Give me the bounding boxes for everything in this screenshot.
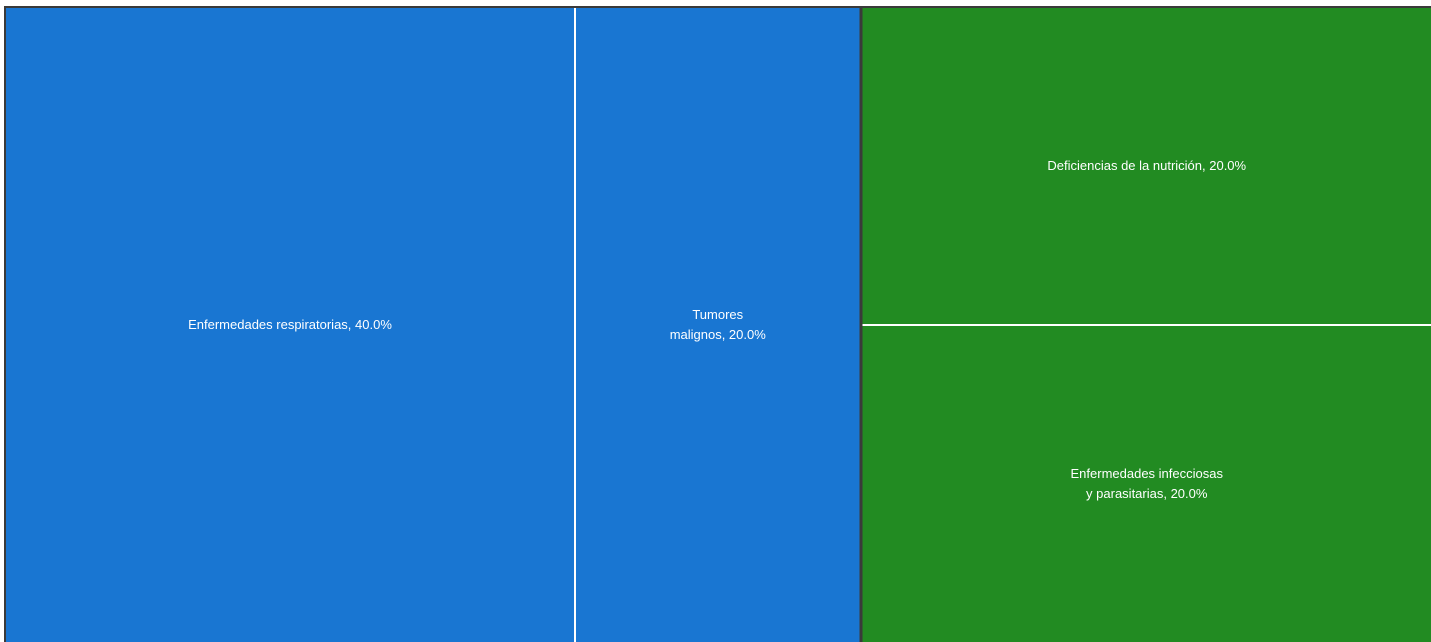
treemap-chart: Enfermedades respiratorias, 40.0% Tumores… [0, 0, 1431, 642]
treemap-tile-label-line: Enfermedades respiratorias, 40.0% [188, 317, 392, 332]
treemap-tile-label-line: Deficiencias de la nutrición, 20.0% [1047, 158, 1246, 173]
treemap-tile-0-1[interactable] [576, 8, 860, 642]
treemap-tile-label-line: Tumores [692, 307, 743, 322]
treemap-tile-label: Deficiencias de la nutrición, 20.0% [1047, 158, 1246, 173]
treemap-svg: Enfermedades respiratorias, 40.0% Tumores… [4, 6, 1431, 642]
treemap-tile-label: Enfermedades respiratorias, 40.0% [188, 317, 392, 332]
treemap-tile-label-line: malignos, 20.0% [670, 327, 767, 342]
treemap-tile-1-1[interactable] [862, 326, 1431, 642]
treemap-tile-label-line: Enfermedades infecciosas [1071, 466, 1224, 481]
treemap-tile-label-line: y parasitarias, 20.0% [1086, 486, 1208, 501]
